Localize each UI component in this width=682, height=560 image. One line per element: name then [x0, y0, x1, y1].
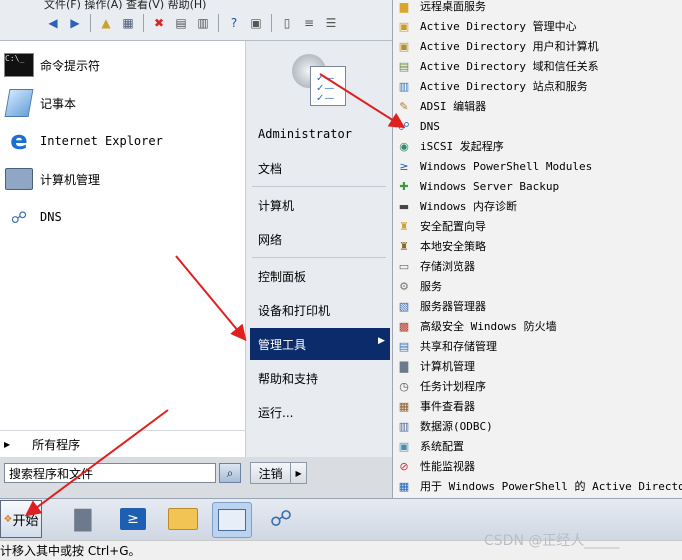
arrow-to-admin-tools: [175, 255, 247, 342]
arrow-to-start: [24, 409, 169, 517]
arrow-to-dns: [319, 73, 406, 129]
annotation-arrows: [24, 73, 406, 517]
